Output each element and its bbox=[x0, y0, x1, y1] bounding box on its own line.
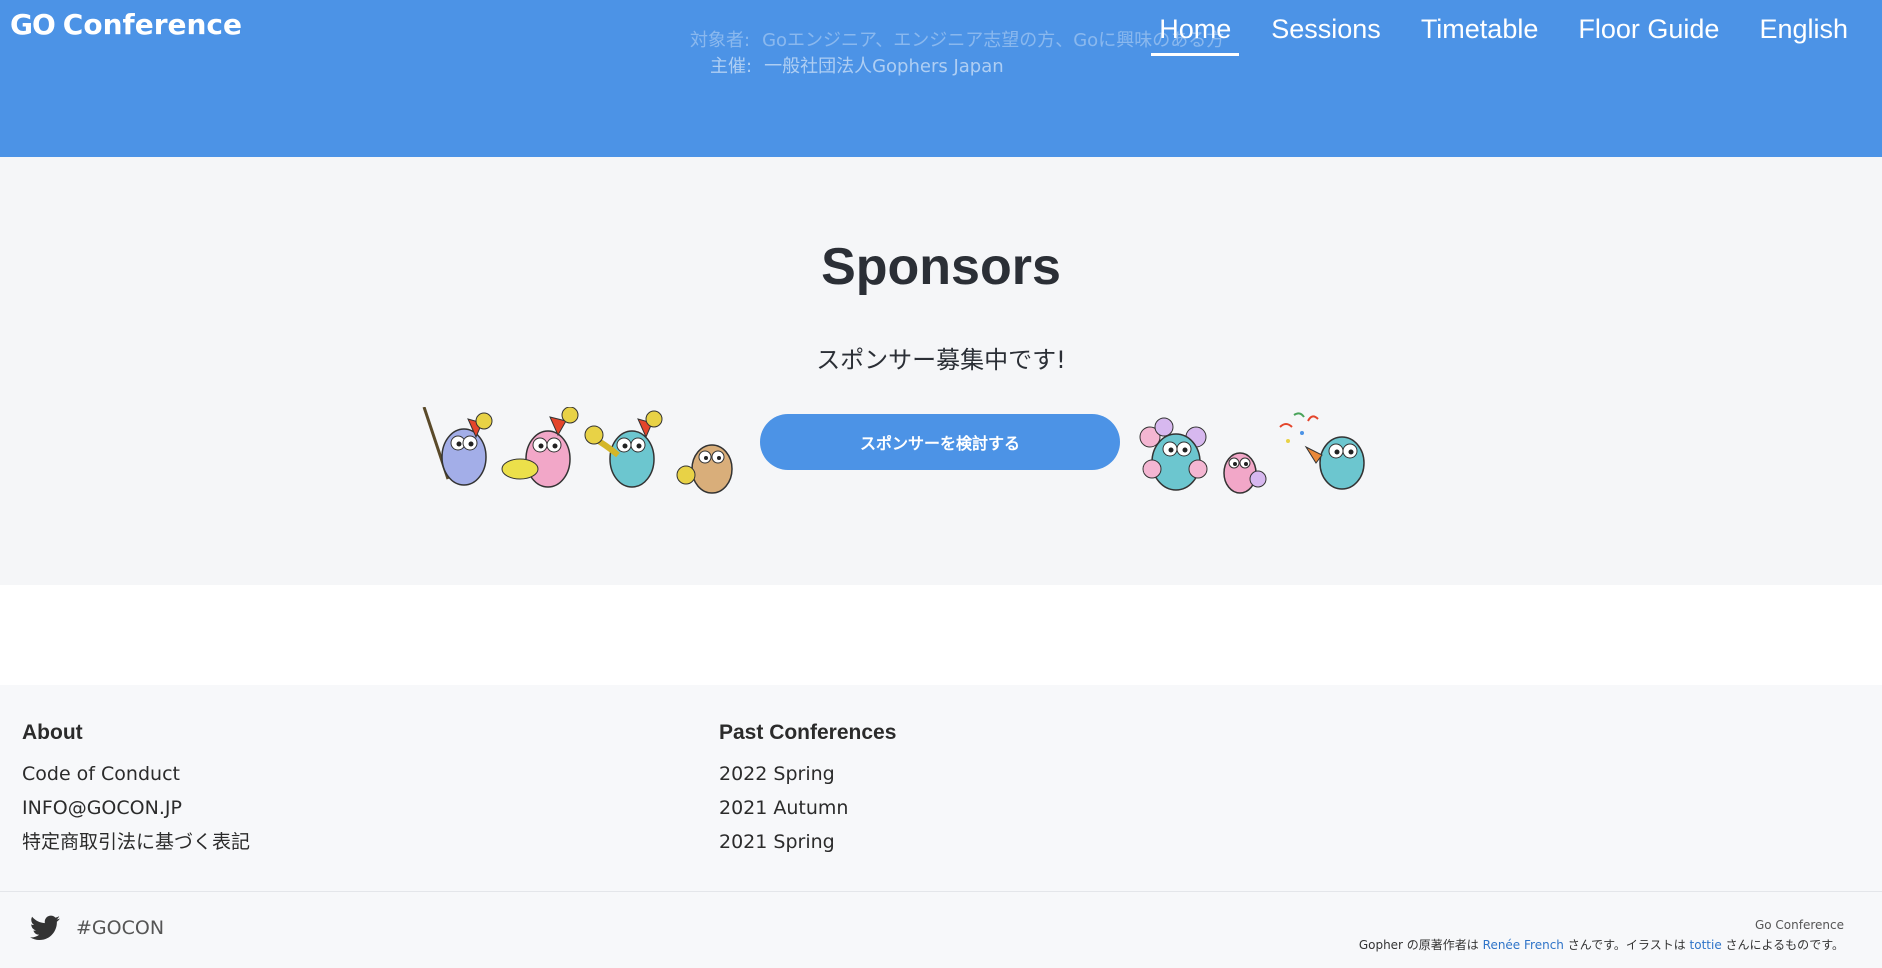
footer-credits: Go Conference Gopher の原著作者は Renée French… bbox=[1359, 915, 1844, 955]
target-audience-row: 対象者: Goエンジニア、エンジニア志望の方、Goに興味のある方 bbox=[690, 28, 1224, 54]
commercial-transactions-link[interactable]: 特定商取引法に基づく表記 bbox=[22, 825, 250, 859]
footer-divider bbox=[0, 891, 1882, 892]
main-nav: Home Sessions Timetable Floor Guide Engl… bbox=[1151, 14, 1856, 56]
site-footer: About Code of Conduct INFO@GOCON.JP 特定商取… bbox=[0, 685, 1882, 968]
footer-about-heading: About bbox=[22, 721, 83, 744]
nav-language-toggle[interactable]: English bbox=[1751, 14, 1856, 56]
footer-past-conferences-heading: Past Conferences bbox=[719, 721, 897, 744]
contact-email-link[interactable]: INFO@GOCON.JP bbox=[22, 791, 250, 825]
target-audience-label: 対象者: bbox=[690, 30, 751, 51]
tottie-link[interactable]: tottie bbox=[1690, 938, 1722, 952]
gopher-celebration-illustration bbox=[1139, 412, 1365, 494]
sponsors-section: Sponsors スポンサー募集中です! スポンサーを検討する bbox=[0, 157, 1882, 585]
sponsors-title: Sponsors bbox=[821, 238, 1061, 296]
credit-pre-text: Gopher の原著作者は bbox=[1358, 938, 1479, 952]
credit-line: Gopher の原著作者は Renée French さんです。イラストは to… bbox=[1359, 935, 1844, 955]
credit-post-text: さんによるものです。 bbox=[1725, 938, 1844, 952]
footer-about-column: About Code of Conduct INFO@GOCON.JP 特定商取… bbox=[22, 721, 250, 859]
code-of-conduct-link[interactable]: Code of Conduct bbox=[22, 757, 250, 791]
logo-go-mark: GO bbox=[10, 8, 56, 41]
past-conference-link[interactable]: 2022 Spring bbox=[719, 757, 896, 791]
nav-timetable[interactable]: Timetable bbox=[1413, 14, 1547, 56]
nav-floor-guide[interactable]: Floor Guide bbox=[1570, 14, 1727, 56]
past-conference-link[interactable]: 2021 Autumn bbox=[719, 791, 896, 825]
logo-text: Conference bbox=[62, 8, 243, 41]
site-logo[interactable]: GO Conference bbox=[10, 8, 242, 41]
host-row: 主催: 一般社団法人Gophers Japan bbox=[710, 54, 1224, 80]
twitter-icon bbox=[30, 915, 60, 940]
nav-sessions[interactable]: Sessions bbox=[1263, 14, 1389, 56]
gopher-band-illustration bbox=[422, 407, 733, 494]
nav-home[interactable]: Home bbox=[1151, 14, 1240, 56]
sponsors-subtitle: スポンサー募集中です! bbox=[816, 346, 1066, 374]
hero-info: 対象者: Goエンジニア、エンジニア志望の方、Goに興味のある方 主催: 一般社… bbox=[690, 28, 1224, 80]
footer-past-conferences-column: Past Conferences 2022 Spring 2021 Autumn… bbox=[719, 721, 896, 859]
hashtag-text: #GOCON bbox=[76, 917, 165, 939]
credit-brand: Go Conference bbox=[1754, 918, 1844, 932]
past-conference-link[interactable]: 2021 Spring bbox=[719, 825, 896, 859]
credit-mid-text: さんです。イラストは bbox=[1567, 938, 1686, 952]
host-value: 一般社団法人Gophers Japan bbox=[764, 56, 1004, 77]
site-header: GO Conference 対象者: Goエンジニア、エンジニア志望の方、Goに… bbox=[0, 0, 1882, 157]
twitter-hashtag-link[interactable]: #GOCON bbox=[30, 915, 164, 941]
host-label: 主催: bbox=[710, 56, 753, 77]
consider-sponsorship-button[interactable]: スポンサーを検討する bbox=[760, 414, 1120, 470]
renee-french-link[interactable]: Renée French bbox=[1483, 938, 1564, 952]
